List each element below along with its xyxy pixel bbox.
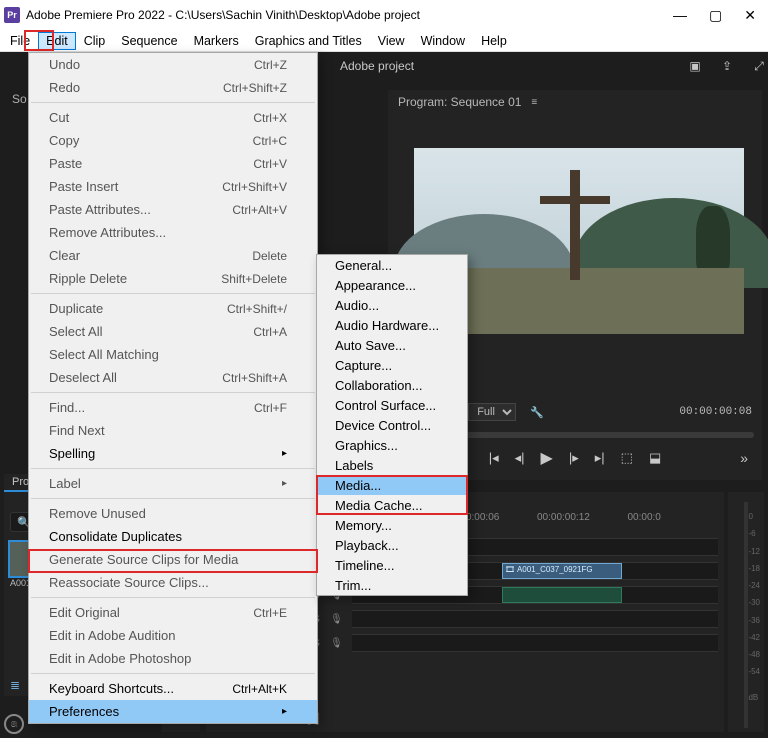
edit-menu-item[interactable]: Remove Attributes... <box>29 221 317 244</box>
edit-menu-item[interactable]: Edit OriginalCtrl+E <box>29 601 317 624</box>
meter-tick: -30 <box>748 598 760 607</box>
ruler-tick: 00:00:00:12 <box>537 512 628 528</box>
menu-graphics[interactable]: Graphics and Titles <box>247 32 370 50</box>
extract-icon[interactable]: ⬓ <box>649 450 661 466</box>
window-title: Adobe Premiere Pro 2022 - C:\Users\Sachi… <box>26 8 673 22</box>
window-titlebar: Pr Adobe Premiere Pro 2022 - C:\Users\Sa… <box>0 0 768 30</box>
fullscreen-icon[interactable]: ⤢ <box>750 57 768 75</box>
annotation-media-cache-highlight <box>316 475 468 515</box>
menu-view[interactable]: View <box>370 32 413 50</box>
edit-menu-item[interactable]: Reassociate Source Clips... <box>29 571 317 594</box>
pref-menu-item[interactable]: Appearance... <box>317 275 467 295</box>
transport-more-icon[interactable]: » <box>740 450 750 466</box>
meter-tick: -18 <box>748 564 760 573</box>
step-fwd-icon[interactable]: |▸ <box>569 450 579 466</box>
edit-menu-item[interactable]: CopyCtrl+C <box>29 129 317 152</box>
ruler-tick: 00:00:0 <box>628 512 719 528</box>
edit-menu-item[interactable]: PasteCtrl+V <box>29 152 317 175</box>
pref-menu-item[interactable]: Control Surface... <box>317 395 467 415</box>
edit-menu-item[interactable]: Edit in Adobe Photoshop <box>29 647 317 670</box>
menubar: File Edit Clip Sequence Markers Graphics… <box>0 30 768 52</box>
meter-tick: -24 <box>748 581 760 590</box>
meter-tick: dB <box>748 693 760 702</box>
edit-menu-item[interactable]: CutCtrl+X <box>29 106 317 129</box>
track-a3-lane[interactable] <box>352 634 718 652</box>
edit-menu-item[interactable]: ClearDelete <box>29 244 317 267</box>
pref-menu-item[interactable]: Capture... <box>317 355 467 375</box>
go-to-in-icon[interactable]: |◂ <box>489 450 499 466</box>
edit-menu-item[interactable]: Ripple DeleteShift+Delete <box>29 267 317 290</box>
pref-menu-item[interactable]: Memory... <box>317 515 467 535</box>
edit-menu-item[interactable]: RedoCtrl+Shift+Z <box>29 76 317 99</box>
play-icon[interactable]: ▶ <box>541 448 553 468</box>
edit-menu-item[interactable]: Find Next <box>29 419 317 442</box>
program-panel-title: Program: Sequence 01 <box>398 95 521 109</box>
edit-menu-item[interactable]: Paste InsertCtrl+Shift+V <box>29 175 317 198</box>
edit-menu-item[interactable]: Consolidate Duplicates <box>29 525 317 548</box>
new-item-icon[interactable]: ▣ <box>686 57 704 75</box>
export-icon[interactable]: ⇪ <box>718 57 736 75</box>
edit-menu-item[interactable]: Select All Matching <box>29 343 317 366</box>
edit-menu-item[interactable]: Edit in Adobe Audition <box>29 624 317 647</box>
edit-menu-item[interactable]: Preferences▸ <box>29 700 317 723</box>
step-back-icon[interactable]: ◂| <box>515 450 525 466</box>
edit-menu-item[interactable]: Remove Unused <box>29 502 317 525</box>
audio-meter: 0 -6 -12 -18 -24 -30 -36 -42 -48 -54 dB <box>728 492 764 732</box>
track-a2-lane[interactable] <box>352 610 718 628</box>
source-panel-label: So <box>12 92 27 106</box>
pref-menu-item[interactable]: Graphics... <box>317 435 467 455</box>
pref-menu-item[interactable]: General... <box>317 255 467 275</box>
meter-tick: -36 <box>748 616 760 625</box>
menu-window[interactable]: Window <box>413 32 473 50</box>
annotation-preferences-highlight <box>28 549 318 573</box>
pref-menu-item[interactable]: Trim... <box>317 575 467 595</box>
menu-help[interactable]: Help <box>473 32 515 50</box>
timeline-clip-video[interactable]: 🎞 A001_C037_0921FG <box>502 563 622 579</box>
project-name: Adobe project <box>340 59 414 73</box>
preferences-submenu: General...Appearance...Audio...Audio Har… <box>316 254 468 596</box>
meter-tick: -6 <box>748 529 760 538</box>
list-view-icon[interactable]: ≣ <box>10 678 20 692</box>
lift-icon[interactable]: ⬚ <box>621 450 633 466</box>
pref-menu-item[interactable]: Labels <box>317 455 467 475</box>
panel-menu-icon[interactable]: ≡ <box>531 97 539 108</box>
edit-menu-item[interactable]: UndoCtrl+Z <box>29 53 317 76</box>
pref-menu-item[interactable]: Timeline... <box>317 555 467 575</box>
pref-menu-item[interactable]: Playback... <box>317 535 467 555</box>
minimize-button[interactable]: — <box>673 7 687 24</box>
pref-menu-item[interactable]: Collaboration... <box>317 375 467 395</box>
edit-menu-item[interactable]: DuplicateCtrl+Shift+/ <box>29 297 317 320</box>
menu-markers[interactable]: Markers <box>186 32 247 50</box>
edit-menu-item[interactable]: Paste Attributes...Ctrl+Alt+V <box>29 198 317 221</box>
close-button[interactable]: ✕ <box>744 7 756 24</box>
edit-menu-item[interactable]: Keyboard Shortcuts...Ctrl+Alt+K <box>29 677 317 700</box>
menu-clip[interactable]: Clip <box>76 32 114 50</box>
meter-tick: -12 <box>748 547 760 556</box>
edit-menu-item[interactable]: Select AllCtrl+A <box>29 320 317 343</box>
edit-menu-item[interactable]: Deselect AllCtrl+Shift+A <box>29 366 317 389</box>
maximize-button[interactable]: ▢ <box>709 7 722 24</box>
pref-menu-item[interactable]: Audio Hardware... <box>317 315 467 335</box>
meter-tick: -42 <box>748 633 760 642</box>
edit-menu: UndoCtrl+ZRedoCtrl+Shift+Z CutCtrl+XCopyC… <box>28 52 318 724</box>
annotation-edit-highlight <box>24 30 54 51</box>
settings-wrench-icon[interactable]: 🔧 <box>530 406 544 419</box>
program-timecode-right: 00:00:00:08 <box>679 406 752 418</box>
go-to-out-icon[interactable]: ▸| <box>595 450 605 466</box>
edit-menu-item[interactable]: Spelling▸ <box>29 442 317 465</box>
meter-tick: -54 <box>748 667 760 676</box>
creative-cloud-icon[interactable]: ෧ <box>4 714 24 734</box>
edit-menu-item[interactable]: Find...Ctrl+F <box>29 396 317 419</box>
meter-tick: -48 <box>748 650 760 659</box>
pref-menu-item[interactable]: Device Control... <box>317 415 467 435</box>
app-icon: Pr <box>4 7 20 23</box>
meter-tick: 0 <box>748 512 760 521</box>
menu-sequence[interactable]: Sequence <box>113 32 185 50</box>
timeline-clip-audio[interactable] <box>502 587 622 603</box>
pref-menu-item[interactable]: Audio... <box>317 295 467 315</box>
pref-menu-item[interactable]: Auto Save... <box>317 335 467 355</box>
resolution-select[interactable]: Full <box>468 403 516 421</box>
edit-menu-item[interactable]: Label▸ <box>29 472 317 495</box>
